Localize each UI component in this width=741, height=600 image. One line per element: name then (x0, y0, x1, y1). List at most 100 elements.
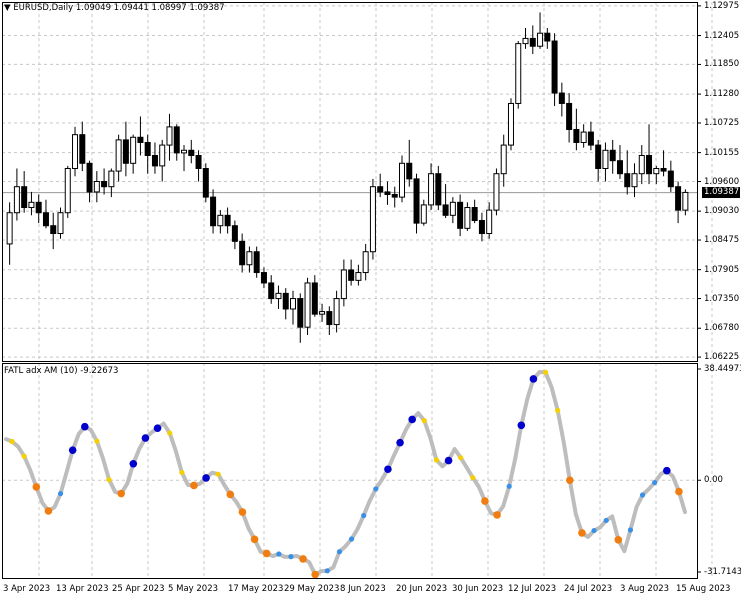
candle (297, 293, 304, 343)
candle (646, 124, 653, 185)
candle (50, 212, 57, 250)
price-tick-label: 1.09030 (704, 206, 740, 217)
bear-candle-body (268, 282, 275, 300)
candle (595, 139, 602, 182)
dot-dark-blue (129, 459, 138, 468)
candle (667, 160, 674, 192)
candle (464, 202, 471, 231)
candle (195, 150, 202, 182)
dot-light-blue (506, 483, 512, 489)
time-tick-label: 24 Jul 2023 (564, 584, 613, 594)
candle (28, 191, 35, 216)
bull-candle-body (13, 186, 20, 214)
dot-orange (190, 481, 198, 490)
bear-candle-body (231, 225, 238, 242)
bull-candle-body (362, 251, 369, 274)
candle (130, 134, 137, 174)
bear-candle-body (573, 128, 580, 143)
candle (544, 28, 551, 49)
dot-yellow (433, 457, 440, 463)
bull-candle-body (493, 173, 500, 211)
dot-orange (614, 536, 623, 544)
dot-dark-blue (444, 456, 453, 465)
candle (21, 171, 28, 213)
bear-candle-body (86, 162, 93, 193)
candle (290, 290, 297, 325)
candle (275, 285, 282, 309)
candle (13, 168, 20, 221)
bear-candle-body (101, 181, 108, 188)
dot-orange (493, 511, 501, 519)
candle (166, 113, 173, 161)
candle (362, 243, 369, 281)
grid (2, 2, 713, 578)
dot-light-blue (627, 527, 634, 533)
dot-light-blue (336, 549, 343, 555)
candle (391, 186, 398, 208)
bull-candle-body (522, 37, 529, 45)
candle (202, 163, 209, 203)
candle (435, 165, 442, 211)
price-tick-label: 1.08475 (704, 235, 740, 246)
candle (529, 25, 536, 55)
time-tick-label: 5 May 2023 (168, 584, 219, 594)
bear-candle-body (50, 225, 57, 235)
bear-candle-body (529, 37, 536, 47)
dot-light-blue (652, 479, 658, 486)
bear-candle-body (442, 204, 449, 216)
candle (537, 12, 544, 49)
bear-candle-body (144, 141, 151, 156)
candle (638, 145, 645, 185)
dot-light-blue (591, 527, 597, 534)
candle (675, 181, 682, 224)
candle (573, 108, 580, 151)
indicator-tick-label: -31.71433 (704, 567, 741, 577)
bull-candle-body (486, 209, 493, 235)
candle (239, 233, 246, 273)
bear-candle-body (544, 32, 551, 42)
bull-candle-body (93, 181, 100, 193)
candle (268, 275, 275, 304)
dot-orange (299, 555, 307, 563)
bear-candle-body (595, 144, 602, 169)
bull-candle-body (159, 144, 166, 167)
candle (355, 264, 362, 286)
collapse-arrow-icon[interactable]: ▼ (4, 3, 11, 13)
bear-candle-body (188, 149, 195, 156)
bear-candle-body (406, 162, 413, 180)
price-tick-label: 1.12405 (704, 30, 740, 41)
candle (406, 139, 413, 187)
candle (420, 199, 427, 226)
candle (42, 199, 49, 229)
bear-candle-body (660, 167, 667, 172)
bear-candle-body (35, 201, 42, 214)
candle (587, 121, 594, 151)
candle (580, 124, 587, 148)
bull-candle-body (217, 214, 224, 227)
price-tick-label: 1.07350 (704, 293, 740, 304)
bull-candle-body (428, 173, 435, 206)
bear-candle-body (260, 272, 267, 284)
bull-candle-body (130, 136, 137, 164)
price-tick-label: 1.10725 (704, 117, 740, 128)
price-tick-label: 1.07905 (704, 264, 740, 275)
dot-yellow (167, 430, 173, 436)
candle (319, 303, 326, 322)
bear-candle-body (326, 311, 333, 326)
dot-light-blue (639, 492, 646, 498)
bear-candle-body (675, 186, 682, 211)
candle (217, 210, 224, 234)
bear-candle-body (282, 292, 289, 310)
bull-candle-body (290, 298, 297, 310)
chart-canvas[interactable] (0, 0, 741, 600)
symbol-title: EURUSD,Daily (13, 3, 74, 13)
dot-light-blue (603, 517, 609, 524)
bear-candle-body (587, 131, 594, 146)
candle (79, 121, 86, 172)
candle (57, 207, 64, 239)
candle (253, 246, 260, 278)
dot-yellow (9, 438, 15, 445)
time-tick-label: 12 Jul 2023 (508, 584, 557, 594)
candle (507, 98, 514, 151)
bull-candle-body (500, 144, 507, 175)
